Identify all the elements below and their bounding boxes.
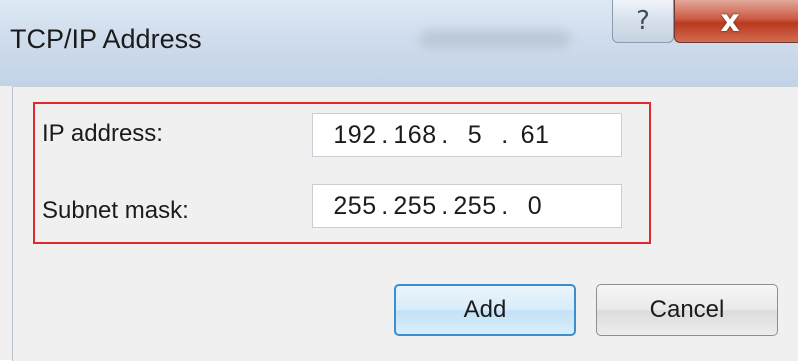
- close-icon: x: [720, 3, 740, 39]
- subnet-dot: .: [381, 191, 389, 220]
- add-button-label: Add: [463, 296, 507, 323]
- dialog-title: TCP/IP Address: [10, 24, 202, 54]
- subnet-octet-1[interactable]: 255: [333, 192, 377, 221]
- help-button[interactable]: ?: [612, 0, 674, 43]
- subnet-dot: .: [441, 191, 449, 220]
- subnet-dot: .: [501, 191, 509, 220]
- help-icon: ?: [636, 6, 650, 36]
- subnet-octet-4[interactable]: 0: [513, 192, 557, 221]
- ip-dot: .: [441, 120, 449, 149]
- subnet-octet-2[interactable]: 255: [393, 192, 437, 221]
- ip-octet-1[interactable]: 192: [333, 121, 377, 150]
- close-button[interactable]: x: [674, 0, 798, 43]
- add-button[interactable]: Add: [394, 284, 576, 336]
- ip-octet-3[interactable]: 5: [453, 121, 497, 150]
- ip-address-label: IP address:: [42, 120, 163, 147]
- ip-address-input[interactable]: 192. 168. 5. 61: [312, 113, 622, 157]
- ip-octet-4[interactable]: 61: [513, 121, 557, 150]
- subnet-mask-input[interactable]: 255. 255. 255. 0: [312, 184, 622, 228]
- title-bar[interactable]: TCP/IP Address ? x: [0, 0, 798, 86]
- ip-dot: .: [501, 120, 509, 149]
- ip-dot: .: [381, 120, 389, 149]
- ip-octet-2[interactable]: 168: [393, 121, 437, 150]
- cancel-button-label: Cancel: [649, 296, 725, 323]
- subnet-mask-label: Subnet mask:: [42, 197, 189, 224]
- subnet-octet-3[interactable]: 255: [453, 192, 497, 221]
- tcpip-address-dialog: TCP/IP Address ? x IP address: 192. 168. 5…: [0, 0, 798, 361]
- blurred-region: [420, 30, 570, 48]
- cancel-button[interactable]: Cancel: [596, 284, 778, 336]
